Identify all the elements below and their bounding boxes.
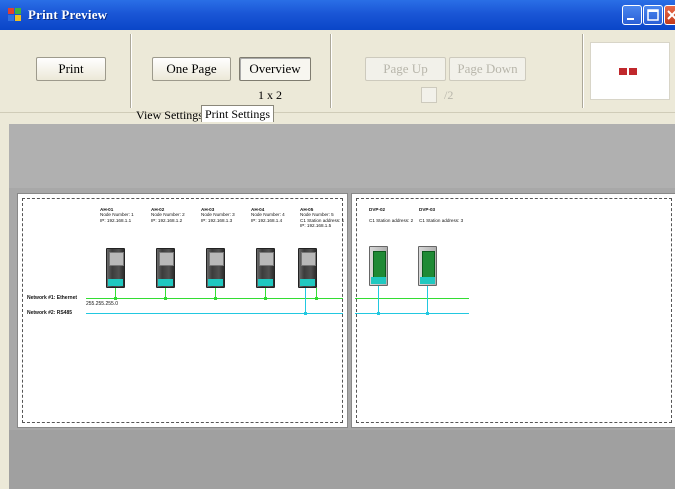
one-page-button[interactable]: One Page [152, 57, 231, 81]
plc-device[interactable] [256, 248, 275, 288]
page-number-input[interactable] [421, 87, 437, 103]
overview-button[interactable]: Overview [239, 57, 311, 81]
page-thumbnail[interactable] [590, 42, 670, 100]
network-label: Network #2: RS485 [27, 310, 73, 316]
device-label: AH-03 Node Number: 3 IP: 192.168.1.3 [201, 207, 235, 223]
network-drop [378, 286, 379, 313]
page-total-label: /2 [444, 88, 454, 102]
plc-device[interactable] [298, 248, 317, 288]
connection-node [426, 312, 429, 315]
network-drop [427, 286, 428, 313]
toolbar-separator [582, 34, 584, 108]
connection-node [214, 297, 217, 300]
network-line-rs485 [355, 313, 469, 314]
network-label: Network #1: Ethernet [27, 295, 78, 301]
plc-device[interactable] [106, 248, 125, 288]
close-button[interactable] [664, 5, 675, 25]
preview-margin-top [9, 124, 675, 188]
page-layout-label: 1 x 2 [258, 88, 282, 102]
device-label: AH-02 Node Number: 2 IP: 192.168.1.2 [151, 207, 185, 223]
maximize-icon [647, 9, 659, 21]
app-icon [8, 8, 22, 22]
connection-node [377, 312, 380, 315]
plc-device[interactable] [156, 248, 175, 288]
maximize-button[interactable] [643, 5, 663, 25]
toolbar-separator [130, 34, 132, 108]
page-border [356, 198, 672, 423]
device-label: AH-04 Node Number: 4 IP: 192.168.1.4 [251, 207, 285, 223]
device-label: DVP-02 C1 Station address: 2 [369, 207, 414, 223]
plc-device[interactable] [206, 248, 225, 288]
connection-node [264, 297, 267, 300]
print-button[interactable]: Print [36, 57, 106, 81]
connection-node [304, 312, 307, 315]
preview-page-2[interactable] [351, 193, 675, 428]
window-title: Print Preview [28, 7, 108, 22]
connection-node [315, 297, 318, 300]
close-icon [667, 10, 675, 20]
minimize-button[interactable] [622, 5, 642, 25]
preview-margin-bottom [9, 430, 675, 489]
page-up-button[interactable]: Page Up [365, 57, 446, 81]
minimize-icon [627, 18, 634, 20]
thumbnail-page-2 [629, 68, 637, 75]
toolbar-separator [330, 34, 332, 108]
network-drop [305, 288, 306, 313]
network-line-ethernet [355, 298, 469, 299]
tab-view-settings[interactable]: View Settings [133, 107, 206, 123]
device-label: AH-05 Node Number: 5 C1 Station address: 1… [300, 207, 345, 228]
thumbnail-page-1 [619, 68, 627, 75]
page-down-button[interactable]: Page Down [449, 57, 526, 81]
tab-print-settings[interactable]: Print Settings [201, 105, 275, 122]
device-label: AH-01 Node Number: 1 IP: 192.168.1.1 [100, 207, 134, 223]
title-bar: Print Preview [0, 0, 675, 30]
plc-device[interactable] [369, 246, 388, 286]
connection-node [164, 297, 167, 300]
connection-node [114, 297, 117, 300]
network-ip-label: 255.255.255.0 [86, 301, 118, 307]
device-label: DVP-03 C1 Station address: 3 [419, 207, 464, 223]
plc-device[interactable] [418, 246, 437, 286]
